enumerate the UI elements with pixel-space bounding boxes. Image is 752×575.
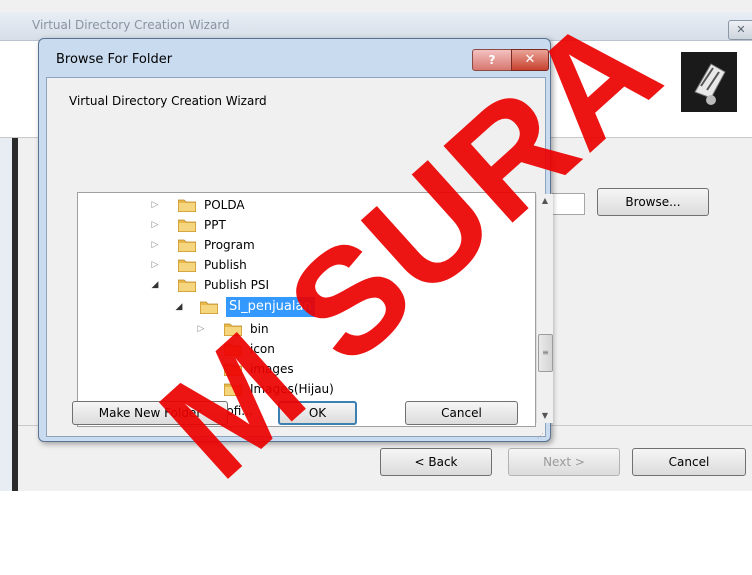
scroll-down-icon[interactable]: ▼ (537, 409, 553, 423)
tree-item[interactable]: ▷ Publish (78, 255, 528, 275)
wizard-title-bar: Virtual Directory Creation Wizard (0, 12, 752, 41)
tree-item[interactable]: Images(Hijau) (78, 379, 528, 399)
path-input[interactable] (552, 193, 585, 215)
tree-item-label: Program (204, 238, 255, 252)
folder-tree[interactable]: ▷ POLDA ▷ PPT ▷ Program ▷ Publish ◢ Publ… (77, 192, 536, 427)
folder-icon (224, 362, 242, 376)
folder-icon (200, 300, 218, 314)
folder-icon (178, 258, 196, 272)
folder-icon (224, 342, 242, 356)
tree-item-label: images (250, 362, 294, 376)
collapse-arrow-icon[interactable]: ◢ (174, 297, 184, 317)
tree-scrollbar[interactable]: ▲ ≡ ▼ (536, 194, 553, 423)
tree-item-label: SI_penjualan (226, 297, 315, 317)
dialog-close-button[interactable]: ✕ (511, 49, 549, 71)
expand-arrow-icon[interactable]: ▷ (150, 235, 160, 255)
folder-icon (178, 198, 196, 212)
dialog-description: Virtual Directory Creation Wizard (69, 94, 267, 108)
tree-item-label: Publish (204, 258, 247, 272)
tree-item-label: POLDA (204, 198, 245, 212)
tree-item-selected[interactable]: ◢ SI_penjualan (78, 297, 528, 317)
expand-arrow-icon[interactable]: ▷ (150, 195, 160, 215)
dialog-body: Virtual Directory Creation Wizard ▷ POLD… (46, 77, 553, 437)
tree-item[interactable]: ▷ bin (78, 319, 528, 339)
tree-item[interactable]: ▷ PPT (78, 215, 528, 235)
folder-icon (178, 238, 196, 252)
tree-item[interactable]: images (78, 359, 528, 379)
folder-icon (178, 218, 196, 232)
expand-arrow-icon[interactable]: ▷ (196, 319, 206, 339)
wizard-cancel-button[interactable]: Cancel (632, 448, 746, 476)
back-button[interactable]: < Back (380, 448, 492, 476)
expand-arrow-icon[interactable]: ▷ (150, 215, 160, 235)
folder-icon (224, 382, 242, 396)
next-button[interactable]: Next > (508, 448, 620, 476)
tree-item-label: bin (250, 322, 269, 336)
wizard-close-button[interactable]: ✕ (728, 20, 752, 40)
help-button[interactable]: ? (472, 49, 512, 71)
tree-item[interactable]: ▷ POLDA (78, 195, 528, 215)
dialog-cancel-button[interactable]: Cancel (405, 401, 518, 425)
dialog-title: Browse For Folder (56, 52, 173, 67)
tree-item-label: Images(Hijau) (250, 382, 334, 396)
scroll-thumb[interactable]: ≡ (538, 334, 553, 372)
folder-icon (178, 278, 196, 292)
browse-button[interactable]: Browse... (597, 188, 709, 216)
expand-arrow-icon[interactable]: ▷ (150, 255, 160, 275)
wizard-logo-icon (681, 52, 737, 112)
tree-item-label: Publish PSI (204, 278, 269, 292)
wizard-title: Virtual Directory Creation Wizard (32, 18, 230, 32)
tree-item[interactable]: ◢ Publish PSI (78, 275, 528, 295)
tree-item-label: PPT (204, 218, 226, 232)
tree-item[interactable]: ▷ Program (78, 235, 528, 255)
collapse-arrow-icon[interactable]: ◢ (150, 275, 160, 295)
tree-item[interactable]: icon (78, 339, 528, 359)
folder-icon (224, 322, 242, 336)
tree-item-label: icon (250, 342, 275, 356)
scroll-up-icon[interactable]: ▲ (537, 194, 553, 208)
browse-for-folder-dialog: Browse For Folder ? ✕ Virtual Directory … (38, 38, 553, 442)
ok-button[interactable]: OK (278, 401, 357, 425)
make-new-folder-button[interactable]: Make New Folder (72, 401, 228, 425)
resize-grip-icon[interactable]: ⋰ (537, 432, 547, 440)
